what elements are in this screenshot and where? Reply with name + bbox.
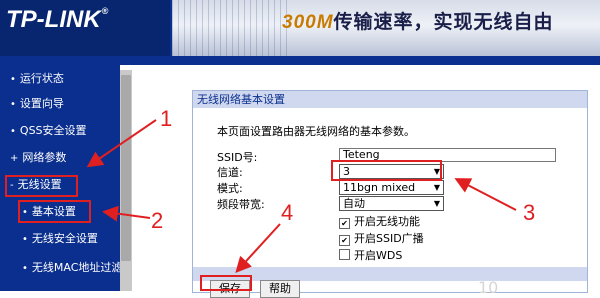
annotation-number-2: 2 <box>151 208 164 233</box>
annotation-arrows <box>86 119 517 273</box>
annotation-number-1: 1 <box>160 106 173 131</box>
arrow-2 <box>102 205 151 222</box>
annotation-number-3: 3 <box>523 200 536 225</box>
arrow-4 <box>235 223 281 273</box>
annotation-number-4: 4 <box>281 200 294 225</box>
arrow-1 <box>86 119 157 168</box>
arrow-3 <box>454 178 517 211</box>
